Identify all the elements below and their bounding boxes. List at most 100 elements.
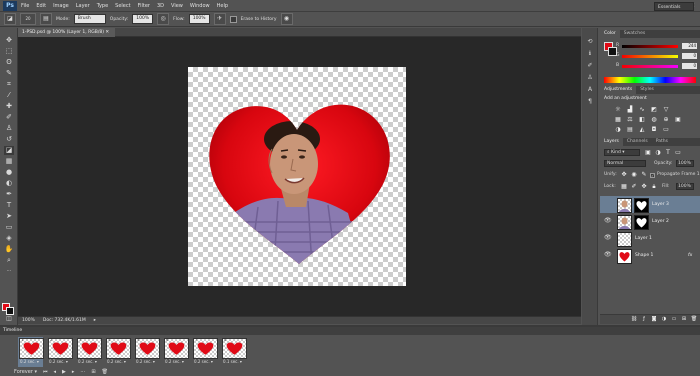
layer-opacity-field[interactable]: 100%: [676, 160, 694, 167]
new-adjustment-icon[interactable]: ◑: [660, 316, 668, 323]
blur-tool-icon[interactable]: ●: [4, 168, 14, 177]
brush-panel-icon[interactable]: ✐: [586, 62, 594, 70]
menu-image[interactable]: Image: [53, 3, 69, 9]
next-frame-icon[interactable]: ▸: [72, 369, 75, 375]
dodge-tool-icon[interactable]: ◐: [4, 179, 14, 188]
filter-pixel-icon[interactable]: ▣: [644, 149, 652, 156]
lock-pixels-icon[interactable]: ✐: [630, 183, 638, 190]
lasso-tool-icon[interactable]: ʘ: [4, 58, 14, 67]
filter-shape-icon[interactable]: ▭: [674, 149, 682, 156]
add-mask-icon[interactable]: ◙: [650, 316, 658, 323]
menu-3d[interactable]: 3D: [157, 3, 164, 9]
exposure-icon[interactable]: ◩: [650, 106, 658, 113]
visibility-eye-icon[interactable]: 👁︎: [604, 252, 612, 258]
tab-layers[interactable]: Layers: [600, 138, 623, 146]
channel-value-r[interactable]: 244: [682, 43, 697, 49]
color-lookup-icon[interactable]: ▣: [674, 116, 682, 123]
timeline-frame[interactable]: 2 0.2 sec. ▾: [47, 337, 73, 367]
gradient-tool-icon[interactable]: ▦: [4, 157, 14, 166]
timeline-frame[interactable]: 7 0.2 sec. ▾: [192, 337, 218, 367]
flow-field[interactable]: 100%: [188, 14, 210, 24]
layer-mask-thumbnail[interactable]: [634, 198, 649, 213]
clone-source-panel-icon[interactable]: ♙: [586, 74, 594, 82]
slider-g[interactable]: [622, 55, 678, 58]
blend-mode-select[interactable]: Normal: [604, 160, 646, 167]
menu-edit[interactable]: Edit: [36, 3, 46, 9]
filter-type-icon[interactable]: T: [664, 149, 672, 156]
layer-row-shape-1[interactable]: 👁︎ Shape 1 fx: [600, 247, 700, 265]
slider-b[interactable]: [622, 65, 678, 68]
channel-value-b[interactable]: 0: [682, 63, 697, 69]
eraser-tool-icon[interactable]: ◪: [4, 13, 16, 25]
clone-stamp-tool-icon[interactable]: ♙: [4, 124, 14, 133]
new-layer-icon[interactable]: ⊞: [680, 316, 688, 323]
delete-layer-icon[interactable]: 🗑︎: [690, 316, 698, 323]
tab-swatches[interactable]: Swatches: [620, 30, 650, 38]
layer-name[interactable]: Layer 1: [635, 236, 652, 241]
play-icon[interactable]: ▶: [62, 369, 66, 375]
menu-help[interactable]: Help: [217, 3, 228, 9]
history-brush-tool-icon[interactable]: ↺: [4, 135, 14, 144]
eraser-tool-icon[interactable]: ◪: [4, 146, 14, 155]
menu-file[interactable]: File: [21, 3, 29, 9]
timeline-frame[interactable]: 4 0.2 sec. ▾: [105, 337, 131, 367]
zoom-tool-icon[interactable]: ⌕: [4, 256, 14, 265]
link-layers-icon[interactable]: ⛓: [630, 316, 638, 323]
layer-row-layer-3[interactable]: Layer 3: [600, 196, 700, 214]
layer-row-layer-2[interactable]: 👁︎ Layer 2: [600, 213, 700, 231]
lock-transparency-icon[interactable]: ▦: [620, 183, 628, 190]
opacity-field[interactable]: 100%: [132, 14, 154, 24]
slider-r[interactable]: [622, 45, 678, 48]
frame-delay-select[interactable]: 0.2 sec. ▾: [107, 359, 126, 364]
tab-styles[interactable]: Styles: [636, 86, 658, 94]
layer-effects-icon[interactable]: fx: [688, 253, 692, 258]
frame-delay-select[interactable]: 0.2 sec. ▾: [165, 359, 184, 364]
new-group-icon[interactable]: ▭: [670, 316, 678, 323]
layer-name[interactable]: Shape 1: [635, 253, 653, 258]
frame-delay-select[interactable]: 0.2 sec. ▾: [78, 359, 97, 364]
first-frame-icon[interactable]: ⏮: [43, 369, 48, 375]
timeline-frame[interactable]: 8 0.1 sec. ▾: [221, 337, 247, 367]
tab-color[interactable]: Color: [600, 30, 620, 38]
pressure-opacity-icon[interactable]: ◎: [157, 13, 170, 25]
airbrush-icon[interactable]: ✈: [213, 13, 226, 25]
menu-type[interactable]: Type: [97, 3, 108, 9]
erase-history-checkbox[interactable]: [229, 15, 237, 23]
layer-filter-select[interactable]: ⌕ Kind ▾: [604, 149, 640, 156]
mode-select[interactable]: Brush: [73, 14, 106, 24]
timeline-frame[interactable]: 3 0.2 sec. ▾: [76, 337, 102, 367]
visibility-eye-icon[interactable]: 👁︎: [604, 218, 612, 224]
unify-position-icon[interactable]: ✥: [620, 171, 628, 178]
filter-adjustment-icon[interactable]: ◑: [654, 149, 662, 156]
crop-tool-icon[interactable]: ⌗: [4, 80, 14, 89]
hue-saturation-icon[interactable]: ▦: [614, 116, 622, 123]
posterize-icon[interactable]: ▤: [626, 126, 634, 133]
vibrance-icon[interactable]: ▽: [662, 106, 670, 113]
marquee-tool-icon[interactable]: ⬚: [4, 47, 14, 56]
delete-frame-icon[interactable]: 🗑︎: [102, 369, 108, 375]
frame-delay-select[interactable]: 0.1 sec. ▾: [223, 359, 242, 364]
path-select-tool-icon[interactable]: ➤: [4, 212, 14, 221]
status-arrow-icon[interactable]: ▸: [94, 318, 96, 323]
tab-adjustments[interactable]: Adjustments: [600, 86, 637, 94]
3d-tool-icon[interactable]: ◈: [4, 234, 14, 243]
tween-icon[interactable]: ⋯: [80, 369, 85, 375]
unify-style-icon[interactable]: ✎: [640, 171, 648, 178]
selective-color-icon[interactable]: ◘: [650, 126, 658, 133]
color-balance-icon[interactable]: ⚖: [626, 116, 634, 123]
zoom-level[interactable]: 100%: [22, 318, 35, 323]
timeline-frame[interactable]: 6 0.2 sec. ▾: [163, 337, 189, 367]
color-spectrum-ramp[interactable]: [604, 77, 696, 83]
channel-mixer-icon[interactable]: ⊕: [662, 116, 670, 123]
menu-select[interactable]: Select: [115, 3, 130, 9]
tab-paths[interactable]: Paths: [652, 138, 672, 146]
document-tab[interactable]: 1-PSD.psd @ 100% (Layer 1, RGB/8) ✕: [18, 28, 116, 37]
pressure-size-icon[interactable]: ◉: [280, 13, 293, 25]
tab-channels[interactable]: Channels: [623, 138, 652, 146]
paragraph-panel-icon[interactable]: ¶: [586, 98, 594, 106]
history-panel-icon[interactable]: ⟲: [586, 38, 594, 46]
brush-panel-icon[interactable]: ▤: [40, 13, 52, 25]
menu-view[interactable]: View: [171, 3, 183, 9]
black-white-icon[interactable]: ◧: [638, 116, 646, 123]
move-tool-icon[interactable]: ✥: [4, 36, 14, 45]
